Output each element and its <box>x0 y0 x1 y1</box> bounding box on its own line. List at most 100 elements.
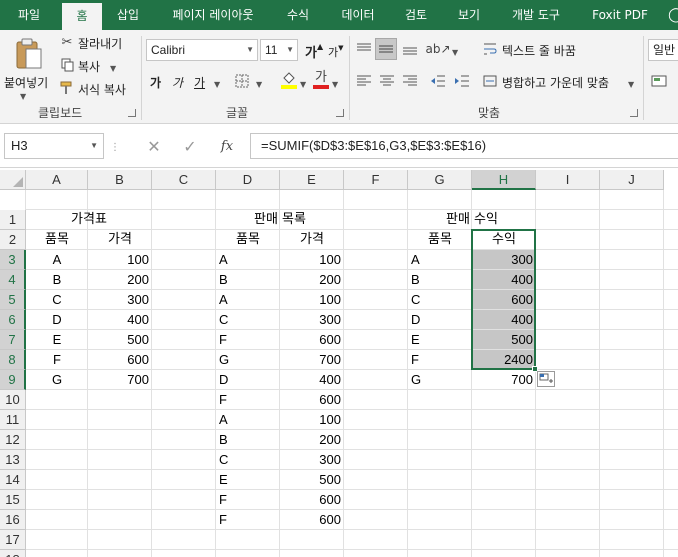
underline-dropdown-icon[interactable]: ▼ <box>214 76 220 90</box>
row-header[interactable]: 14 <box>0 470 26 490</box>
column-header[interactable]: J <box>600 170 664 190</box>
cancel-icon[interactable]: ✕ <box>144 136 164 156</box>
merge-dropdown-icon[interactable]: ▼ <box>628 76 634 90</box>
tab-page-layout[interactable]: 페이지 레이아웃 <box>158 0 268 30</box>
cell-price[interactable]: 500 <box>88 330 152 350</box>
tab-foxit-pdf[interactable]: Foxit PDF <box>582 0 658 30</box>
cell-price[interactable]: 300 <box>280 450 344 470</box>
cell-item[interactable]: C <box>216 310 280 330</box>
cell-price[interactable]: 700 <box>88 370 152 390</box>
cell-price[interactable]: 100 <box>280 250 344 270</box>
paste-icon[interactable] <box>12 36 46 72</box>
merge-center-button[interactable]: 병합하고 가운데 맞춤 <box>502 74 609 91</box>
cell-item[interactable]: A <box>408 250 472 270</box>
name-box[interactable]: H3 ▼ <box>4 133 104 159</box>
cell-price[interactable]: 400 <box>280 370 344 390</box>
column-header[interactable]: A <box>26 170 88 190</box>
copy-dropdown-icon[interactable]: ▼ <box>110 60 116 74</box>
cell-item[interactable]: E <box>26 330 88 350</box>
align-right-icon[interactable] <box>400 72 420 90</box>
cell-item[interactable]: B <box>216 430 280 450</box>
cell-price[interactable]: 600 <box>280 330 344 350</box>
cell-revenue[interactable]: 300 <box>472 250 536 270</box>
cell-price[interactable]: 300 <box>280 310 344 330</box>
wrap-text-button[interactable]: 텍스트 줄 바꿈 <box>502 42 576 59</box>
tab-review[interactable]: 검토 <box>392 0 440 30</box>
align-center-icon[interactable] <box>377 72 397 90</box>
row-header[interactable]: 18 <box>0 550 26 557</box>
cut-button[interactable]: 잘라내기 <box>78 35 122 52</box>
clipboard-launcher-icon[interactable] <box>128 109 136 117</box>
fill-color-icon[interactable] <box>280 70 298 90</box>
cell-item[interactable]: C <box>26 290 88 310</box>
cell-price[interactable]: 700 <box>280 350 344 370</box>
row-header[interactable]: 17 <box>0 530 26 550</box>
cell-item[interactable]: A <box>216 290 280 310</box>
cell-price[interactable]: 200 <box>88 270 152 290</box>
font-launcher-icon[interactable] <box>336 109 344 117</box>
cell-item[interactable]: F <box>216 510 280 530</box>
align-bottom-icon[interactable] <box>400 40 420 58</box>
cell-revenue[interactable]: 400 <box>472 310 536 330</box>
cell-revenue[interactable]: 500 <box>472 330 536 350</box>
cell-item[interactable]: G <box>408 370 472 390</box>
decrease-indent-icon[interactable] <box>428 72 448 90</box>
cell-item[interactable]: G <box>26 370 88 390</box>
column-header[interactable]: H <box>472 170 536 190</box>
tab-formulas[interactable]: 수식 <box>276 0 320 30</box>
italic-button[interactable]: 가 <box>172 74 183 91</box>
column-header[interactable]: G <box>408 170 472 190</box>
cell-revenue[interactable]: 700 <box>472 370 536 390</box>
align-top-icon[interactable] <box>354 40 374 58</box>
row-header[interactable]: 2 <box>0 230 26 250</box>
resize-handle-icon[interactable]: ⋮ <box>110 140 120 154</box>
row-header[interactable]: 3 <box>0 250 26 270</box>
cell-item[interactable]: F <box>216 490 280 510</box>
tell-me-icon[interactable]: ◯ <box>666 0 678 30</box>
cell-item[interactable]: F <box>216 390 280 410</box>
font-size-select[interactable]: 11 ▼ <box>260 39 298 61</box>
column-header[interactable]: E <box>280 170 344 190</box>
cell-revenue[interactable]: 600 <box>472 290 536 310</box>
shrink-font-button[interactable]: 가▼ <box>328 44 344 60</box>
select-all-button[interactable] <box>0 170 26 190</box>
worksheet-grid[interactable]: ABCDEFGHIJ123456789101112131415161718가격표… <box>0 170 678 557</box>
cell-price[interactable]: 600 <box>280 390 344 410</box>
cell-item[interactable]: E <box>216 470 280 490</box>
cell-item[interactable]: A <box>26 250 88 270</box>
row-header[interactable]: 7 <box>0 330 26 350</box>
row-header[interactable]: 12 <box>0 430 26 450</box>
row-header[interactable]: 8 <box>0 350 26 370</box>
paste-dropdown-icon[interactable]: ▼ <box>20 88 26 102</box>
row-header[interactable]: 13 <box>0 450 26 470</box>
row-header[interactable]: 16 <box>0 510 26 530</box>
cell-item[interactable]: F <box>216 330 280 350</box>
cell-price[interactable]: 400 <box>88 310 152 330</box>
cell-revenue[interactable]: 400 <box>472 270 536 290</box>
cell-price[interactable]: 600 <box>88 350 152 370</box>
tab-home[interactable]: 홈 <box>62 3 102 30</box>
accounting-format-icon[interactable] <box>650 72 674 90</box>
bold-button[interactable]: 가 <box>150 74 161 91</box>
tab-file[interactable]: 파일 <box>0 0 58 30</box>
row-header[interactable]: 11 <box>0 410 26 430</box>
cell-item[interactable]: C <box>408 290 472 310</box>
enter-icon[interactable]: ✓ <box>180 136 200 156</box>
grow-font-button[interactable]: 가▲ <box>305 42 323 61</box>
font-color-dropdown-icon[interactable]: ▼ <box>332 76 338 90</box>
row-header[interactable]: 1 <box>0 210 26 230</box>
cell-price[interactable]: 200 <box>280 270 344 290</box>
font-name-select[interactable]: Calibri ▼ <box>146 39 258 61</box>
orientation-icon[interactable]: ab↗ <box>425 40 450 58</box>
cell-revenue[interactable]: 2400 <box>472 350 536 370</box>
cell-item[interactable]: B <box>216 270 280 290</box>
cell-price[interactable]: 200 <box>280 430 344 450</box>
increase-indent-icon[interactable] <box>452 72 472 90</box>
row-header[interactable]: 10 <box>0 390 26 410</box>
cell-price[interactable]: 600 <box>280 510 344 530</box>
insert-function-button[interactable]: fx <box>216 136 238 156</box>
border-icon[interactable] <box>234 73 250 89</box>
cell-item[interactable]: A <box>216 410 280 430</box>
underline-button[interactable]: 가 <box>194 74 205 91</box>
tab-insert[interactable]: 삽입 <box>106 0 150 30</box>
